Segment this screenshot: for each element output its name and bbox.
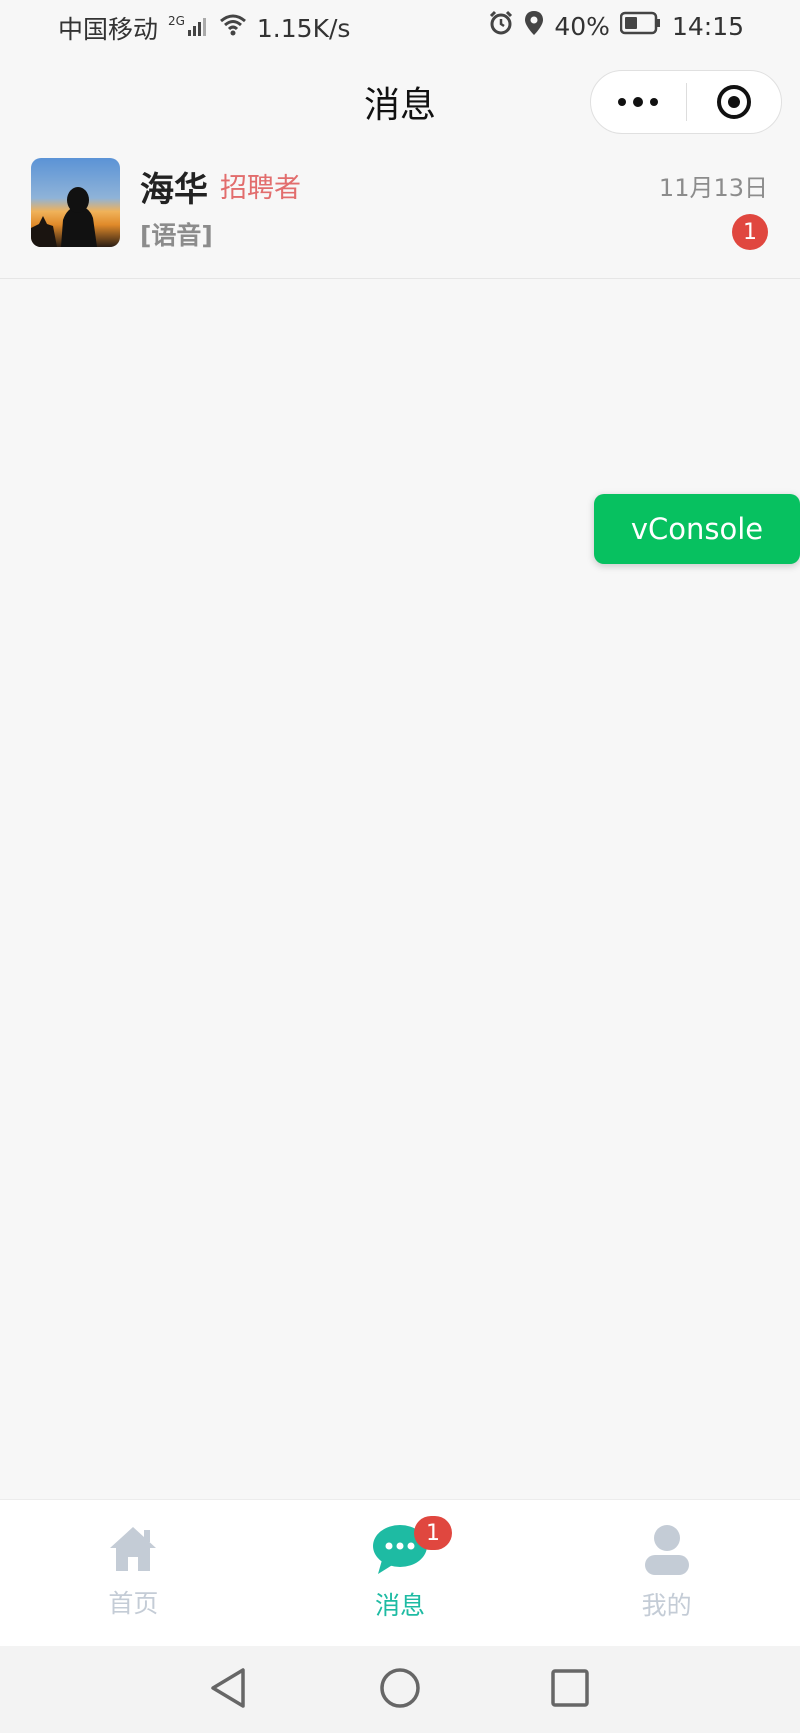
status-bar-left: 中国移动 2G 1.15K/s <box>58 10 350 46</box>
tab-bar: 首页 1 消息 我的 <box>0 1499 800 1647</box>
tab-profile[interactable]: 我的 <box>533 1500 800 1647</box>
battery-percent: 40% <box>554 11 610 41</box>
tab-profile-label: 我的 <box>641 1591 692 1620</box>
contact-role-tag: 招聘者 <box>220 173 301 204</box>
clock-time: 14:15 <box>671 11 744 41</box>
status-bar: 中国移动 2G 1.15K/s 40% 14:15 <box>0 0 800 56</box>
more-dots-icon-center <box>633 97 644 107</box>
last-message-preview: [语音] <box>140 221 213 250</box>
tab-messages-label: 消息 <box>375 1591 426 1620</box>
carrier-name: 中国移动 <box>58 15 159 44</box>
close-miniprogram-button[interactable] <box>687 85 782 119</box>
status-bar-right: 40% 14:15 <box>488 10 744 42</box>
signal-icon: 2G <box>168 14 209 43</box>
alarm-icon <box>488 10 514 42</box>
nav-bar: 消息 <box>0 56 800 144</box>
target-circle-icon <box>716 85 751 119</box>
vconsole-button[interactable]: vConsole <box>594 494 800 564</box>
home-icon <box>107 1524 159 1578</box>
wifi-icon <box>219 13 247 43</box>
system-nav-bar <box>0 1646 800 1733</box>
tab-unread-badge: 1 <box>414 1516 452 1550</box>
avatar <box>31 158 120 247</box>
recent-square-icon[interactable] <box>548 1666 592 1710</box>
tab-messages[interactable]: 1 消息 <box>267 1500 534 1647</box>
more-dots-icon-right <box>650 98 659 106</box>
more-dots-icon <box>618 98 627 106</box>
location-icon <box>524 10 544 42</box>
back-triangle-icon[interactable] <box>207 1666 251 1710</box>
tab-home[interactable]: 首页 <box>0 1500 267 1647</box>
battery-icon <box>619 11 662 41</box>
contact-name: 海华 <box>140 170 208 210</box>
home-circle-icon[interactable] <box>378 1666 422 1710</box>
miniprogram-capsule <box>590 70 782 134</box>
message-date: 11月13日 <box>658 174 768 202</box>
more-options-button[interactable] <box>591 97 686 107</box>
network-type: 2G <box>168 13 185 28</box>
conversation-item[interactable]: 海华 招聘者 [语音] 11月13日 1 <box>0 144 800 279</box>
network-speed: 1.15K/s <box>256 13 351 43</box>
tab-home-label: 首页 <box>108 1589 159 1618</box>
unread-badge: 1 <box>732 214 768 250</box>
user-icon <box>643 1524 691 1580</box>
